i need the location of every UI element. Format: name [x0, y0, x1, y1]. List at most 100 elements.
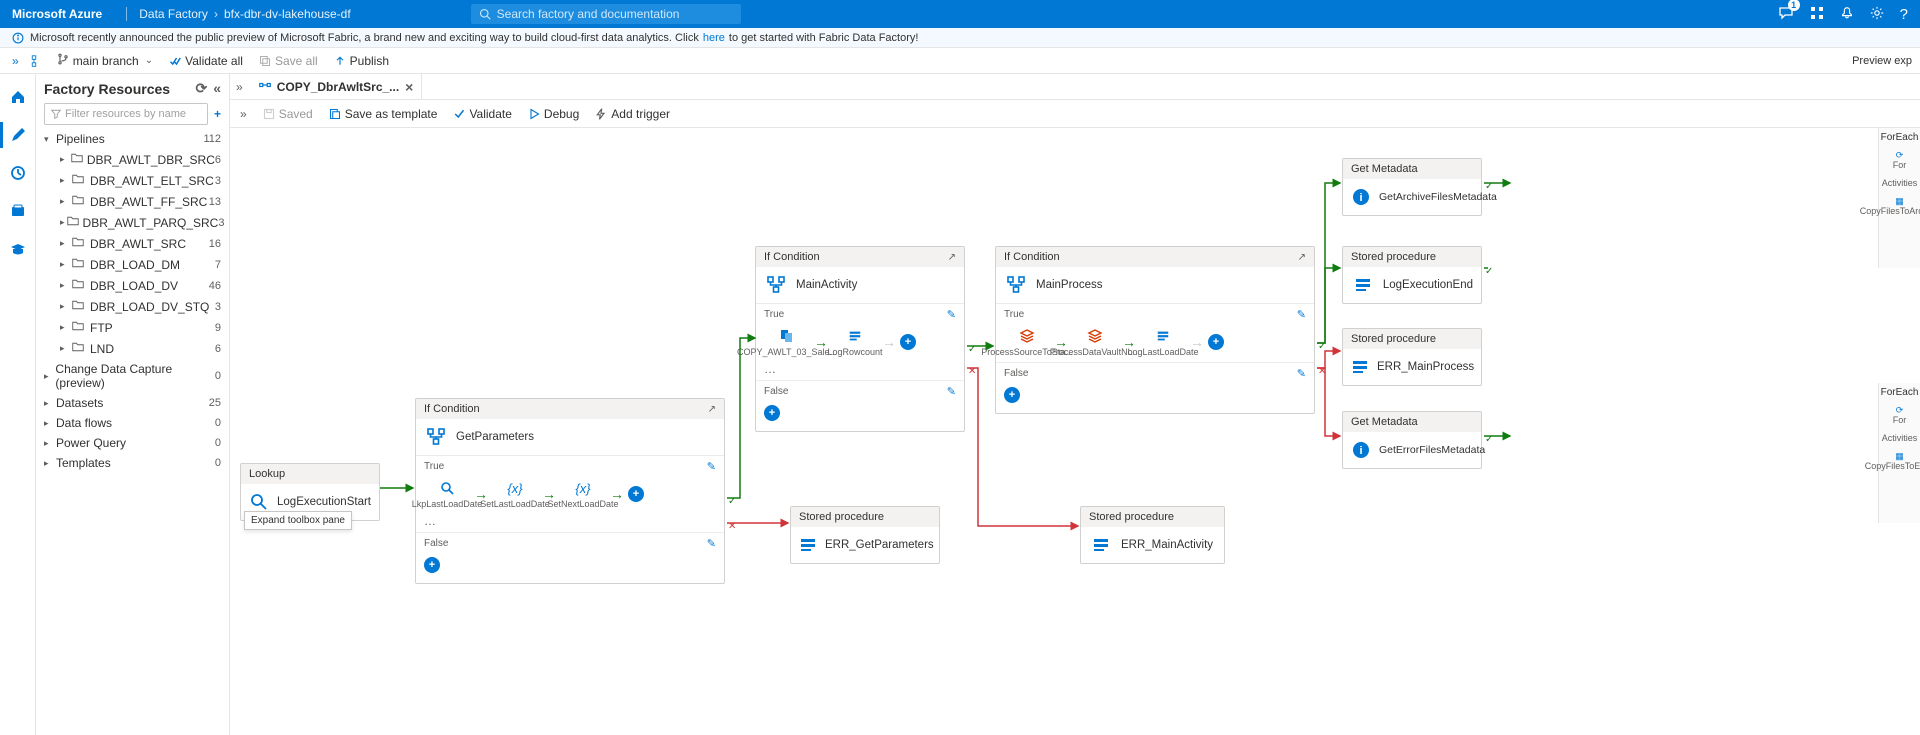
- node-type-label: If Condition: [1004, 251, 1060, 263]
- add-activity-button[interactable]: +: [1208, 334, 1224, 350]
- edit-false-button[interactable]: ✎: [947, 385, 956, 398]
- node-foreach-archive[interactable]: ForEach ⟳For Activities ▦CopyFilesToArch…: [1878, 128, 1920, 268]
- collapse-panel-icon[interactable]: «: [213, 80, 221, 97]
- debug-button[interactable]: Debug: [528, 107, 579, 121]
- node-getmetadata-error[interactable]: Get Metadata iGetErrorFilesMetadata: [1342, 411, 1482, 469]
- add-activity-button[interactable]: +: [764, 405, 780, 421]
- mini-activity[interactable]: LogLastLoadDate: [1140, 326, 1186, 358]
- node-sp-err-mainprocess[interactable]: Stored procedure ERR_MainProcess: [1342, 328, 1482, 386]
- mini-activity[interactable]: LkpLastLoadDate: [424, 478, 470, 510]
- folder-icon: [72, 299, 86, 314]
- info-bar: Microsoft recently announced the public …: [0, 28, 1920, 48]
- tree-folder[interactable]: ▸DBR_AWLT_FF_SRC13: [36, 191, 229, 212]
- tree-folder[interactable]: ▸DBR_AWLT_DBR_SRC6: [36, 149, 229, 170]
- add-activity-button[interactable]: +: [424, 557, 440, 573]
- git-icon[interactable]: [27, 54, 41, 68]
- editor-area: » COPY_DbrAwltSrc_... × » Saved Save as …: [230, 74, 1920, 735]
- filter-input[interactable]: Filter resources by name: [44, 103, 208, 125]
- mini-activity[interactable]: ProcessSourceToSta...: [1004, 326, 1050, 358]
- tab-active[interactable]: COPY_DbrAwltSrc_... ×: [251, 74, 423, 99]
- node-ifcond-getparameters[interactable]: If Condition↗ GetParameters True ✎ LkpLa…: [415, 398, 725, 584]
- tree-group[interactable]: ▾Pipelines112: [36, 129, 229, 149]
- tree-group[interactable]: ▸Data flows0: [36, 413, 229, 433]
- mini-activity[interactable]: COPY_AWLT_03_Sale...: [764, 326, 810, 358]
- foreach-title: ForEach: [1881, 387, 1919, 398]
- mini-activity[interactable]: {x}SetLastLoadDate: [492, 478, 538, 510]
- node-foreach-error[interactable]: ForEach ⟳For Activities ▦CopyFilesToErro…: [1878, 383, 1920, 523]
- node-ifcond-mainactivity[interactable]: If Condition↗ MainActivity True ✎ COPY_A…: [755, 246, 965, 432]
- node-ifcond-mainprocess[interactable]: If Condition↗ MainProcess True ✎ Process…: [995, 246, 1315, 414]
- add-activity-button[interactable]: +: [900, 334, 916, 350]
- edit-false-button[interactable]: ✎: [1297, 367, 1306, 380]
- expand-icon[interactable]: ↗: [708, 404, 716, 415]
- monitor-icon[interactable]: [9, 164, 27, 182]
- node-type-label: Lookup: [249, 468, 285, 480]
- ellipsis[interactable]: …: [764, 362, 956, 376]
- node-getmetadata-archive[interactable]: Get Metadata iGetArchiveFilesMetadata: [1342, 158, 1482, 216]
- help-icon[interactable]: ?: [1900, 6, 1908, 23]
- node-sp-logexecutionend[interactable]: Stored procedure LogExecutionEnd: [1342, 246, 1482, 304]
- apps-icon[interactable]: [1810, 6, 1824, 23]
- learn-icon[interactable]: [9, 240, 27, 258]
- publish-button[interactable]: Publish: [334, 54, 389, 68]
- breadcrumb-leaf[interactable]: bfx-dbr-dv-lakehouse-df: [224, 7, 351, 21]
- add-resource-button[interactable]: +: [214, 107, 221, 121]
- node-sp-err-getparameters[interactable]: Stored procedure ERR_GetParameters: [790, 506, 940, 564]
- validate-all-button[interactable]: Validate all: [169, 54, 243, 68]
- tree-group[interactable]: ▸Templates0: [36, 453, 229, 473]
- add-trigger-button[interactable]: Add trigger: [595, 107, 670, 121]
- pipeline-canvas[interactable]: Lookup LogExecutionStart Expand toolbox …: [230, 128, 1920, 735]
- node-sp-err-mainactivity[interactable]: Stored procedure ERR_MainActivity: [1080, 506, 1225, 564]
- svg-text:✓: ✓: [1485, 266, 1493, 277]
- tree-folder[interactable]: ▸LND6: [36, 338, 229, 359]
- tree-group[interactable]: ▸Power Query0: [36, 433, 229, 453]
- breadcrumb-root[interactable]: Data Factory: [139, 7, 208, 21]
- edit-true-button[interactable]: ✎: [707, 460, 716, 473]
- ellipsis[interactable]: …: [424, 514, 716, 528]
- tree-folder[interactable]: ▸DBR_AWLT_SRC16: [36, 233, 229, 254]
- edit-true-button[interactable]: ✎: [1297, 308, 1306, 321]
- expand-icon[interactable]: ↗: [1298, 252, 1306, 263]
- bell-icon[interactable]: [1840, 6, 1854, 23]
- tree-folder[interactable]: ▸DBR_AWLT_PARQ_SRC3: [36, 212, 229, 233]
- mini-activity[interactable]: ProcessDataVaultNo...: [1072, 326, 1118, 358]
- expand-tabs-icon[interactable]: »: [236, 80, 243, 94]
- home-icon[interactable]: [9, 88, 27, 106]
- triangle-right-icon: ▸: [60, 301, 70, 312]
- add-activity-button[interactable]: +: [628, 486, 644, 502]
- expand-rail-icon[interactable]: »: [12, 54, 19, 68]
- tree-folder[interactable]: ▸DBR_LOAD_DV_STQ3: [36, 296, 229, 317]
- add-activity-button[interactable]: +: [1004, 387, 1020, 403]
- save-template-button[interactable]: Save as template: [329, 107, 438, 121]
- node-type-label: Stored procedure: [1351, 333, 1436, 345]
- triangle-down-icon: ▾: [44, 134, 54, 145]
- preview-label[interactable]: Preview exp: [1852, 55, 1912, 67]
- author-icon[interactable]: [9, 126, 27, 144]
- tree-group[interactable]: ▸Datasets25: [36, 393, 229, 413]
- databricks-icon: [1085, 326, 1105, 346]
- save-all-button[interactable]: Save all: [259, 54, 318, 68]
- gear-icon[interactable]: [1870, 6, 1884, 23]
- validate-button[interactable]: Validate: [453, 107, 511, 121]
- search-input[interactable]: Search factory and documentation: [471, 4, 741, 24]
- mini-activity[interactable]: LogRowcount: [832, 326, 878, 358]
- node-type-label: If Condition: [764, 251, 820, 263]
- expand-toolbox-icon[interactable]: »: [240, 107, 247, 121]
- close-tab-button[interactable]: ×: [405, 79, 413, 95]
- tree-folder[interactable]: ▸FTP9: [36, 317, 229, 338]
- tree-group[interactable]: ▸Change Data Capture (preview)0: [36, 359, 229, 393]
- tree-folder[interactable]: ▸DBR_LOAD_DM7: [36, 254, 229, 275]
- branch-selector[interactable]: main branch ⌄: [73, 54, 153, 68]
- edit-true-button[interactable]: ✎: [947, 308, 956, 321]
- info-link[interactable]: here: [703, 32, 725, 44]
- svg-text:i: i: [1359, 192, 1362, 204]
- triangle-right-icon: ▸: [60, 154, 69, 165]
- tree-folder[interactable]: ▸DBR_LOAD_DV46: [36, 275, 229, 296]
- expand-icon[interactable]: ↗: [948, 252, 956, 263]
- tree-folder[interactable]: ▸DBR_AWLT_ELT_SRC3: [36, 170, 229, 191]
- mini-activity[interactable]: {x}SetNextLoadDate: [560, 478, 606, 510]
- feedback-icon[interactable]: [1778, 5, 1794, 24]
- refresh-icon[interactable]: ⟳: [195, 80, 207, 97]
- manage-icon[interactable]: [9, 202, 27, 220]
- edit-false-button[interactable]: ✎: [707, 537, 716, 550]
